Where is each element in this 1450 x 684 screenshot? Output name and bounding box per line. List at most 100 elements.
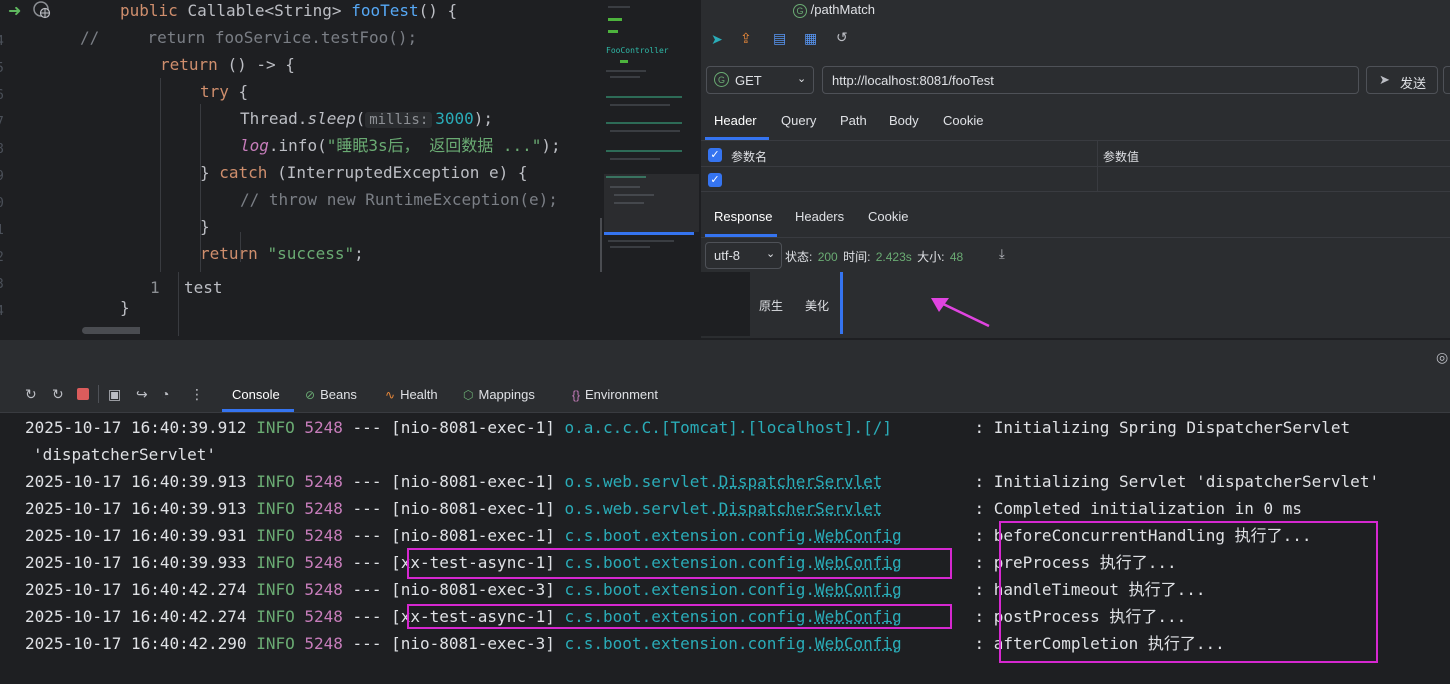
code-token: "success" <box>267 244 355 263</box>
encoding-select[interactable]: utf-8 ⌄ <box>705 242 782 269</box>
log-logger-link[interactable]: DispatcherServlet <box>719 499 883 518</box>
log-logger: c.s.boot.extension.config.WebConfig <box>565 576 975 603</box>
param-name-header: 参数名 <box>731 150 768 164</box>
method-value: GET <box>735 73 762 88</box>
minimap-class-label: FooController <box>606 46 669 55</box>
method-select[interactable]: G GET ⌄ <box>706 66 814 94</box>
exit-icon[interactable]: ↪ <box>136 386 148 403</box>
url-input[interactable]: http://localhost:8081/fooTest <box>822 66 1359 94</box>
request-tab-header[interactable]: Header <box>714 113 757 128</box>
code-token: millis: <box>365 112 433 128</box>
gauge-icon[interactable]: ◔ <box>161 386 169 402</box>
log-level: INFO <box>256 607 295 626</box>
log-pid: 5248 <box>304 607 343 626</box>
code-token: Callable <box>187 1 265 20</box>
console-tab-environment[interactable]: {} Environment <box>572 387 658 402</box>
log-level: INFO <box>256 472 295 491</box>
code-token: ( <box>355 109 366 128</box>
code-line: // return fooService.testFoo(); <box>80 27 417 54</box>
log-logger-link[interactable]: WebConfig <box>815 580 902 599</box>
code-line: log.info("睡眠3s后， 返回数据 ..."); <box>240 135 561 162</box>
endpoint-path[interactable]: G /pathMatch <box>793 2 875 18</box>
view-mode-2[interactable]: 原生 <box>759 297 783 314</box>
history-icon[interactable]: ↺ <box>836 29 848 46</box>
minimap-viewport[interactable] <box>604 174 699 232</box>
run-arrow-icon[interactable]: ➜ <box>8 1 21 21</box>
export-icon[interactable]: ⇪ <box>740 30 752 47</box>
log-logger: c.s.boot.extension.config.WebConfig <box>565 522 975 549</box>
code-line: return "success"; <box>200 243 364 270</box>
code-token: fooTest <box>351 1 419 20</box>
divider <box>701 191 1450 192</box>
log-message: : Initializing Spring DispatcherServlet <box>974 418 1351 437</box>
log-logger-link[interactable]: DispatcherServlet <box>719 472 883 491</box>
log-pid: 5248 <box>304 472 343 491</box>
request-tab-path[interactable]: Path <box>840 113 867 128</box>
code-line: return () -> { <box>160 54 295 81</box>
save-icon[interactable]: ▤ <box>773 30 786 47</box>
line-number: 4 <box>0 304 6 319</box>
log-logger: o.a.c.c.C.[Tomcat].[localhost].[/] <box>565 414 975 441</box>
time-label: 时间: <box>843 250 871 264</box>
console-tab-health[interactable]: ∿ Health <box>385 387 438 402</box>
request-tab-body[interactable]: Body <box>889 113 919 128</box>
log-logger: c.s.boot.extension.config.WebConfig <box>565 630 975 657</box>
divider <box>701 166 1450 167</box>
code-line: try { <box>200 81 248 108</box>
code-token: return <box>200 244 268 263</box>
view-mode-3[interactable]: 美化 <box>805 297 829 314</box>
code-token: // return fooService.testFoo(); <box>80 28 418 47</box>
encoding-value: utf-8 <box>714 248 741 263</box>
log-pid: 5248 <box>304 418 343 437</box>
endpoint-path-label: /pathMatch <box>810 2 875 17</box>
log-pid: 5248 <box>304 499 343 518</box>
download-icon[interactable]: ⤓ <box>999 246 1005 262</box>
highlight-box-async-1 <box>407 548 952 579</box>
mappings-icon: ⬡ <box>463 388 474 402</box>
log-logger-prefix: o.s.web.servlet. <box>564 499 719 518</box>
console-tab-console[interactable]: Console <box>232 387 280 402</box>
more-icon[interactable]: ⋮ <box>190 386 204 403</box>
chevron-down-icon: ⌄ <box>797 73 807 85</box>
beans-icon: ⊘ <box>305 388 316 402</box>
save-as-icon[interactable]: ▦ <box>804 30 817 47</box>
divider <box>701 140 1450 141</box>
log-level: INFO <box>256 553 295 572</box>
rerun-icon[interactable]: ↻ <box>25 386 37 403</box>
response-body-area[interactable]: 1 test <box>140 272 750 336</box>
response-tab-response[interactable]: Response <box>714 209 773 224</box>
globe-icon[interactable]: ◎ <box>1436 349 1448 366</box>
log-level: INFO <box>256 418 295 437</box>
request-tab-cookie[interactable]: Cookie <box>943 113 983 128</box>
extra-button-edge[interactable] <box>1443 66 1450 94</box>
code-token: try <box>200 82 239 101</box>
restart-icon[interactable]: ↻ <box>52 386 64 403</box>
response-tab-cookie[interactable]: Cookie <box>868 209 908 224</box>
code-line: } catch (InterruptedException e) { <box>200 162 528 189</box>
divider <box>701 237 1450 238</box>
console-tab-beans[interactable]: ⊘ Beans <box>305 387 357 402</box>
highlight-box-async-2 <box>407 604 952 629</box>
send-icon[interactable]: ➤ <box>711 31 723 48</box>
log-separator: --- <box>352 553 382 572</box>
request-tab-query[interactable]: Query <box>781 113 816 128</box>
line-number: 3 <box>0 277 6 292</box>
param-row-checkbox[interactable]: ✓ <box>708 173 722 187</box>
web-endpoint-icon[interactable] <box>33 1 51 24</box>
console-tab-label: Health <box>400 387 438 402</box>
console-tab-mappings[interactable]: ⬡ Mappings <box>463 387 535 402</box>
camera-icon[interactable]: ▣ <box>108 386 121 403</box>
code-line: } <box>120 297 130 324</box>
response-tab-headers[interactable]: Headers <box>795 209 844 224</box>
stop-icon[interactable] <box>77 388 89 400</box>
select-all-checkbox[interactable]: ✓ <box>708 148 722 162</box>
code-token: () { <box>418 1 458 20</box>
tool-window-header: ◎ <box>0 340 1450 376</box>
log-time: 2025-10-17 16:40:39.931 <box>25 526 247 545</box>
send-button[interactable]: ➤ 发送 <box>1366 66 1438 94</box>
log-logger-link[interactable]: WebConfig <box>815 634 902 653</box>
log-logger-prefix: c.s.boot.extension.config. <box>564 634 815 653</box>
log-thread: [nio-8081-exec-3] <box>391 580 555 599</box>
log-logger-link[interactable]: WebConfig <box>815 526 902 545</box>
log-time: 2025-10-17 16:40:42.274 <box>25 580 247 599</box>
